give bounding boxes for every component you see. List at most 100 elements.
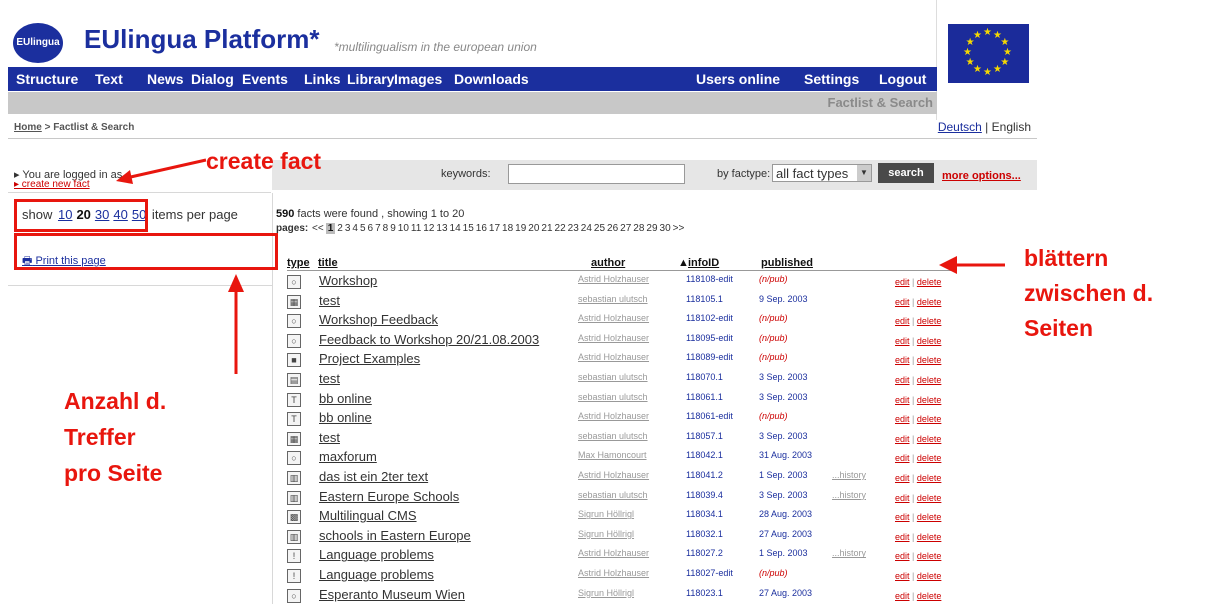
row-delete-link[interactable]: delete: [917, 493, 942, 503]
nav-item-text[interactable]: Text: [95, 71, 123, 87]
row-author-link[interactable]: Astrid Holzhauser: [578, 411, 649, 421]
row-author-link[interactable]: Astrid Holzhauser: [578, 548, 649, 558]
dropdown-arrow-icon[interactable]: ▼: [857, 165, 871, 181]
page-link-17[interactable]: 17: [489, 223, 500, 234]
row-edit-link[interactable]: edit: [895, 277, 910, 287]
pages-prev[interactable]: <<: [312, 223, 324, 234]
page-link-18[interactable]: 18: [502, 223, 513, 234]
breadcrumb-home-link[interactable]: Home: [14, 122, 42, 133]
row-title-link[interactable]: Project Examples: [319, 351, 420, 366]
row-delete-link[interactable]: delete: [917, 336, 942, 346]
row-title-link[interactable]: Multilingual CMS: [319, 508, 417, 523]
pages-next[interactable]: >>: [673, 223, 685, 234]
page-link-19[interactable]: 19: [515, 223, 526, 234]
page-link-5[interactable]: 5: [360, 223, 366, 234]
more-options-link[interactable]: more options...: [942, 170, 1021, 182]
row-title-link[interactable]: das ist ein 2ter text: [319, 469, 428, 484]
nav-item-downloads[interactable]: Downloads: [454, 71, 529, 87]
row-edit-link[interactable]: edit: [895, 316, 910, 326]
row-edit-link[interactable]: edit: [895, 453, 910, 463]
row-delete-link[interactable]: delete: [917, 316, 942, 326]
col-header-title[interactable]: title: [318, 257, 338, 269]
nav-item-news[interactable]: News: [147, 71, 184, 87]
page-link-4[interactable]: 4: [352, 223, 358, 234]
row-title-link[interactable]: test: [319, 293, 340, 308]
row-author-link[interactable]: Astrid Holzhauser: [578, 313, 649, 323]
row-edit-link[interactable]: edit: [895, 336, 910, 346]
page-link-11[interactable]: 11: [411, 223, 421, 234]
page-link-9[interactable]: 9: [390, 223, 396, 234]
page-link-27[interactable]: 27: [620, 223, 631, 234]
row-author-link[interactable]: Sigrun Höllrigl: [578, 588, 634, 598]
row-author-link[interactable]: sebastian ulutsch: [578, 490, 648, 500]
row-delete-link[interactable]: delete: [917, 414, 942, 424]
row-title-link[interactable]: bb online: [319, 391, 372, 406]
nav-item-events[interactable]: Events: [242, 71, 288, 87]
row-edit-link[interactable]: edit: [895, 493, 910, 503]
factype-select[interactable]: all fact types ▼: [772, 164, 872, 182]
col-header-infoid[interactable]: infoID: [688, 257, 719, 269]
lang-deutsch-link[interactable]: Deutsch: [938, 120, 982, 134]
row-edit-link[interactable]: edit: [895, 473, 910, 483]
row-author-link[interactable]: Astrid Holzhauser: [578, 470, 649, 480]
row-title-link[interactable]: bb online: [319, 410, 372, 425]
row-delete-link[interactable]: delete: [917, 591, 942, 601]
row-edit-link[interactable]: edit: [895, 414, 910, 424]
row-edit-link[interactable]: edit: [895, 571, 910, 581]
row-title-link[interactable]: Language problems: [319, 567, 434, 582]
page-link-29[interactable]: 29: [646, 223, 657, 234]
row-delete-link[interactable]: delete: [917, 434, 942, 444]
page-link-3[interactable]: 3: [345, 223, 351, 234]
row-edit-link[interactable]: edit: [895, 375, 910, 385]
row-title-link[interactable]: Workshop Feedback: [319, 312, 438, 327]
page-link-16[interactable]: 16: [476, 223, 487, 234]
page-link-12[interactable]: 12: [423, 223, 434, 234]
page-link-10[interactable]: 10: [398, 223, 409, 234]
row-author-link[interactable]: Astrid Holzhauser: [578, 568, 649, 578]
page-link-22[interactable]: 22: [555, 223, 566, 234]
row-author-link[interactable]: sebastian ulutsch: [578, 392, 648, 402]
row-delete-link[interactable]: delete: [917, 571, 942, 581]
row-title-link[interactable]: test: [319, 430, 340, 445]
nav-item-settings[interactable]: Settings: [804, 71, 859, 87]
col-header-author[interactable]: author: [591, 257, 625, 269]
row-delete-link[interactable]: delete: [917, 375, 942, 385]
row-author-link[interactable]: Sigrun Höllrigl: [578, 529, 634, 539]
row-title-link[interactable]: Language problems: [319, 547, 434, 562]
row-author-link[interactable]: Max Hamoncourt: [578, 450, 647, 460]
page-link-15[interactable]: 15: [463, 223, 474, 234]
row-title-link[interactable]: Eastern Europe Schools: [319, 489, 459, 504]
page-link-26[interactable]: 26: [607, 223, 618, 234]
row-edit-link[interactable]: edit: [895, 551, 910, 561]
row-edit-link[interactable]: edit: [895, 395, 910, 405]
row-author-link[interactable]: Astrid Holzhauser: [578, 352, 649, 362]
row-title-link[interactable]: Feedback to Workshop 20/21.08.2003: [319, 332, 539, 347]
page-link-23[interactable]: 23: [568, 223, 579, 234]
page-link-20[interactable]: 20: [528, 223, 539, 234]
col-header-type[interactable]: type: [287, 257, 310, 269]
row-delete-link[interactable]: delete: [917, 551, 942, 561]
row-edit-link[interactable]: edit: [895, 512, 910, 522]
row-edit-link[interactable]: edit: [895, 532, 910, 542]
page-link-6[interactable]: 6: [368, 223, 374, 234]
row-delete-link[interactable]: delete: [917, 473, 942, 483]
row-author-link[interactable]: Sigrun Höllrigl: [578, 509, 634, 519]
search-button[interactable]: search: [878, 163, 934, 183]
row-history-link[interactable]: ...history: [832, 470, 866, 480]
page-link-28[interactable]: 28: [633, 223, 644, 234]
nav-item-structure[interactable]: Structure: [16, 71, 78, 87]
row-title-link[interactable]: maxforum: [319, 449, 377, 464]
row-author-link[interactable]: sebastian ulutsch: [578, 431, 648, 441]
keywords-input[interactable]: [508, 164, 685, 184]
eulingua-logo[interactable]: EUlingua: [13, 23, 63, 63]
row-edit-link[interactable]: edit: [895, 297, 910, 307]
row-author-link[interactable]: sebastian ulutsch: [578, 294, 648, 304]
nav-item-dialog[interactable]: Dialog: [191, 71, 234, 87]
nav-item-logout[interactable]: Logout: [879, 71, 926, 87]
row-edit-link[interactable]: edit: [895, 591, 910, 601]
row-author-link[interactable]: Astrid Holzhauser: [578, 274, 649, 284]
page-link-14[interactable]: 14: [450, 223, 461, 234]
col-header-published[interactable]: published: [761, 257, 813, 269]
row-author-link[interactable]: sebastian ulutsch: [578, 372, 648, 382]
row-history-link[interactable]: ...history: [832, 490, 866, 500]
